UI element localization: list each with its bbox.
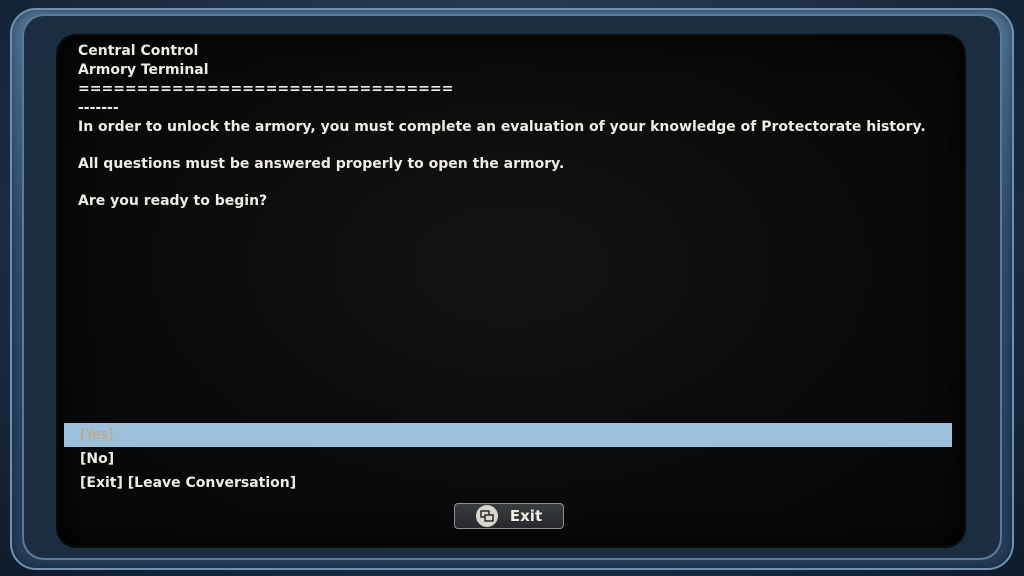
terminal-text: Central Control Armory Terminal ========… [78,42,938,211]
dialogue-option-yes[interactable]: [Yes] [64,423,952,447]
exit-button-label: Exit [509,507,543,525]
monitor-frame: Central Control Armory Terminal ========… [0,0,1024,576]
terminal-screen: Central Control Armory Terminal ========… [58,36,964,546]
terminal-divider-short: ------- [78,100,119,116]
terminal-body-paragraph: In order to unlock the armory, you must … [78,119,926,135]
exit-button[interactable]: Exit [454,503,564,529]
terminal-divider-long: ================================ [78,81,454,97]
controller-back-icon [475,505,498,527]
dialogue-options: [Yes] [No] [Exit] [Leave Conversation] [64,423,952,495]
dialogue-option-exit[interactable]: [Exit] [Leave Conversation] [64,471,952,495]
terminal-header-title: Central Control [78,43,199,59]
dialogue-option-no[interactable]: [No] [64,447,952,471]
terminal-header-subtitle: Armory Terminal [78,62,209,78]
terminal-body-paragraph: All questions must be answered properly … [78,156,565,172]
terminal-prompt: Are you ready to begin? [78,193,268,209]
